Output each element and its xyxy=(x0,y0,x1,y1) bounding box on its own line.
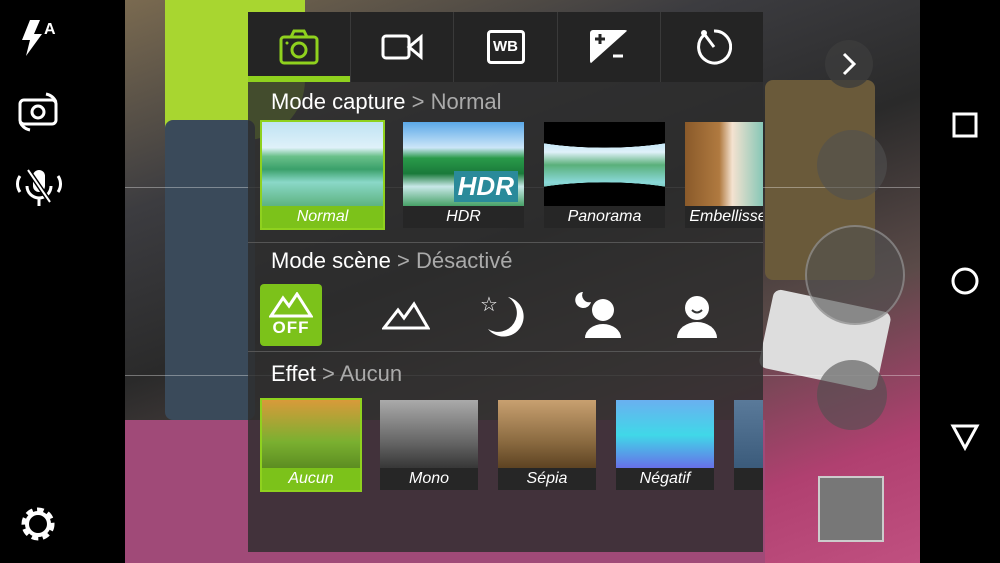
scene-mode-list: OFF ☆ xyxy=(248,278,763,352)
home-button[interactable] xyxy=(950,266,980,296)
video-shutter-button[interactable] xyxy=(817,130,887,200)
thumb-label: Négatif xyxy=(616,468,714,490)
tab-exposure[interactable] xyxy=(558,12,661,82)
negative-thumbnail xyxy=(616,400,714,470)
scene-mode-title: Mode scène > Désactivé xyxy=(248,242,763,278)
night-icon: ☆ xyxy=(480,294,524,337)
chevron-right-icon xyxy=(842,52,857,76)
recents-button[interactable] xyxy=(950,110,980,140)
thumb-label: Aucun xyxy=(262,468,360,490)
tab-camera[interactable] xyxy=(248,12,352,82)
effect-thumbnail xyxy=(734,400,763,470)
hdr-badge: HDR xyxy=(453,171,518,202)
night-portrait-icon xyxy=(574,291,621,338)
tab-timer[interactable] xyxy=(661,12,763,82)
navigation-bar xyxy=(920,0,1000,563)
gear-icon xyxy=(21,507,55,541)
video-icon xyxy=(381,33,423,61)
settings-panel: WB Mode capture > Normal Normal HDR HDR P… xyxy=(248,12,763,552)
section-label: Mode capture xyxy=(271,89,406,114)
capture-hdr[interactable]: HDR HDR xyxy=(401,120,526,230)
settings-button[interactable] xyxy=(14,500,62,548)
tab-video[interactable] xyxy=(351,12,455,82)
section-value: > Aucun xyxy=(321,361,403,386)
effect-sepia[interactable]: Sépia xyxy=(496,398,598,492)
hdr-thumbnail: HDR xyxy=(403,122,524,208)
section-value: > Normal xyxy=(411,89,502,114)
tab-white-balance[interactable]: WB xyxy=(454,12,558,82)
section-label: Mode scène xyxy=(271,248,391,273)
capture-panorama[interactable]: Panorama xyxy=(542,120,667,230)
tab-bar: WB xyxy=(248,12,763,82)
scene-night[interactable]: ☆ xyxy=(454,284,551,346)
thumb-label xyxy=(734,468,763,490)
none-thumbnail xyxy=(262,400,360,470)
sepia-thumbnail xyxy=(498,400,596,470)
flash-button[interactable]: A xyxy=(14,14,62,62)
shutter-button[interactable] xyxy=(805,225,905,325)
flash-auto-icon: A xyxy=(22,20,56,56)
scene-off[interactable]: OFF xyxy=(260,283,322,346)
landscape-icon xyxy=(381,300,430,329)
timer-icon xyxy=(697,29,732,65)
scene-night-portrait[interactable] xyxy=(551,284,648,346)
effect-title: Effet > Aucun xyxy=(248,356,763,392)
scene-off-icon xyxy=(269,291,313,317)
switch-camera-icon xyxy=(18,92,58,132)
exposure-icon xyxy=(589,30,628,64)
capture-beautify[interactable]: Embellisse xyxy=(683,120,763,230)
beautify-thumbnail xyxy=(685,122,763,208)
back-button[interactable] xyxy=(950,422,980,452)
gallery-thumbnail[interactable] xyxy=(818,476,884,542)
switch-camera-button[interactable] xyxy=(14,86,62,134)
effect-list: Aucun Mono Sépia Négatif xyxy=(248,398,763,492)
svg-text:A: A xyxy=(44,21,56,38)
scene-portrait[interactable] xyxy=(648,284,745,346)
square-icon xyxy=(952,112,978,138)
left-toolbar: A xyxy=(0,0,125,563)
thumb-label: Panorama xyxy=(544,206,665,228)
svg-text:☆: ☆ xyxy=(480,294,498,316)
circle-icon xyxy=(951,267,979,295)
camera-icon xyxy=(279,29,319,65)
effect-negative[interactable]: Négatif xyxy=(614,398,716,492)
capture-mode-list: Normal HDR HDR Panorama Embellisse xyxy=(248,120,763,238)
mic-button[interactable] xyxy=(14,164,62,212)
capture-normal[interactable]: Normal xyxy=(260,120,385,230)
portrait-icon xyxy=(676,295,717,338)
mic-off-icon xyxy=(15,168,62,206)
thumb-label: Embellisse xyxy=(685,206,763,228)
mono-thumbnail xyxy=(380,400,478,470)
white-balance-icon: WB xyxy=(486,30,525,64)
effect-none[interactable]: Aucun xyxy=(260,398,362,492)
panorama-thumbnail xyxy=(544,122,665,208)
thumb-label: HDR xyxy=(403,206,524,228)
mode-button[interactable] xyxy=(817,360,887,430)
triangle-icon xyxy=(950,424,980,451)
normal-thumbnail xyxy=(262,122,383,208)
thumb-label: Mono xyxy=(380,468,478,490)
expand-button[interactable] xyxy=(825,40,873,88)
effect-mono[interactable]: Mono xyxy=(378,398,480,492)
effect-more[interactable] xyxy=(732,398,763,492)
scene-landscape[interactable] xyxy=(357,284,454,346)
thumb-label: Sépia xyxy=(498,468,596,490)
section-value: > Désactivé xyxy=(396,248,513,273)
capture-mode-title: Mode capture > Normal xyxy=(248,84,763,120)
thumb-label: Normal xyxy=(262,206,383,228)
off-label: OFF xyxy=(272,317,310,337)
section-label: Effet xyxy=(271,361,316,386)
